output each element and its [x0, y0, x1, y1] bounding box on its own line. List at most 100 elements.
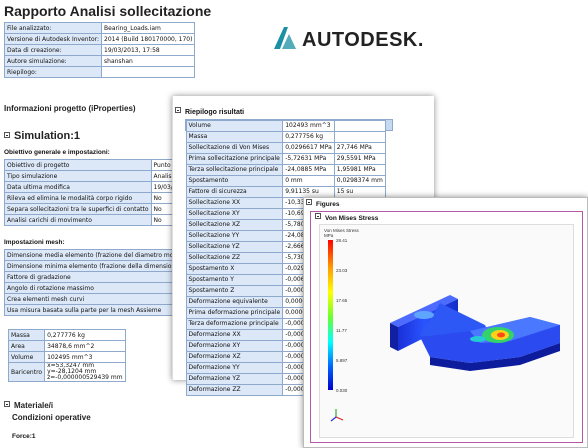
project-heading: Informazioni progetto (iProperties): [4, 104, 136, 113]
result-name: Deformazione XX: [185, 328, 284, 341]
row-label: Rileva ed elimina le modalità corpo rigi…: [4, 192, 152, 204]
row-label: Separa sollecitazioni tra le superfici d…: [4, 203, 152, 215]
result-name: Deformazione YY: [185, 361, 284, 374]
collapse-icon[interactable]: [306, 199, 312, 205]
row-label: Data ultima modifica: [4, 181, 152, 193]
figures-section[interactable]: Figures: [306, 199, 340, 208]
table-row: Massa 0,277776 kg: [7, 329, 126, 341]
autodesk-logo-text: AUTODESK.: [302, 29, 424, 51]
table-row: Autore simulazione: shanshan: [3, 55, 196, 67]
report-title: Rapporto Analisi sollecitazione: [4, 3, 212, 19]
result-max: 27,746 MPa: [333, 141, 386, 154]
mass-table: Massa 0,277776 kg Area 34878,6 mm^2 Volume 10…: [7, 329, 126, 382]
result-name: Sollecitazione ZZ: [185, 251, 284, 264]
table-row: Area 34878,6 mm^2: [7, 340, 126, 352]
table-row: Volume 102493 mm^3: [185, 119, 386, 132]
row-value: 102495 mm^3: [44, 351, 126, 363]
result-max: 1,95981 MPa: [333, 163, 386, 176]
result-name: Sollecitazione XX: [185, 196, 284, 209]
table-row: Massa 0,277756 kg: [185, 130, 386, 143]
table-row: Versione di Autodesk Inventor: 2014 (Buil…: [3, 33, 196, 45]
row-value: 19/03/2013, 17:58: [101, 44, 196, 56]
result-max: 0,0298374 mm: [333, 174, 386, 187]
result-min: 0,277756 kg: [282, 130, 335, 143]
row-label: Analisi carichi di movimento: [4, 214, 152, 226]
row-label: Volume: [7, 351, 46, 363]
result-max: [333, 130, 386, 143]
collapse-icon[interactable]: [315, 213, 321, 219]
summary-section[interactable]: Riepilogo risultati: [175, 107, 245, 116]
result-max: [333, 119, 386, 132]
table-row: Sollecitazione di Von Mises 0,0296617 MPa…: [185, 141, 386, 154]
row-value: x=53,3247 mm y=-28,1204 mm z=-0,00000052…: [44, 362, 126, 382]
simulation-section[interactable]: Simulation:1: [4, 130, 80, 142]
row-label: Data di creazione:: [3, 44, 103, 56]
figures-label: Figures: [316, 201, 340, 208]
row-label: Baricentro: [7, 362, 46, 382]
result-name: Volume: [185, 119, 284, 132]
row-label: Tipo simulazione: [4, 170, 152, 182]
simulation-heading: Simulation:1: [14, 130, 81, 142]
figure-title-row: Von Mises Stress: [315, 213, 379, 222]
result-name: Terza sollecitazione principale: [185, 163, 284, 176]
result-min: -24,0885 MPa: [282, 163, 335, 176]
figure-title: Von Mises Stress: [325, 215, 379, 222]
materials-section[interactable]: Materiale/i: [4, 401, 53, 410]
figures-panel: Figures Von Mises Stress Von Mises Stres…: [303, 197, 588, 448]
collapse-icon[interactable]: [175, 107, 181, 113]
result-name: Deformazione ZZ: [185, 383, 284, 396]
result-name: Spostamento X: [185, 262, 284, 275]
result-min: 102493 mm^3: [282, 119, 335, 132]
result-name: Sollecitazione XZ: [185, 218, 284, 231]
result-name: Terza deformazione principale: [185, 317, 284, 330]
result-name: Deformazione XZ: [185, 350, 284, 363]
result-name: Spostamento Z: [185, 284, 284, 297]
result-name: Prima deformazione principale: [185, 306, 284, 319]
result-name: Deformazione YZ: [185, 372, 284, 385]
row-value: shanshan: [101, 55, 196, 67]
deformed-model-icon: [390, 295, 560, 371]
result-max: 15 su: [333, 185, 386, 198]
row-label: Massa: [7, 329, 46, 341]
result-name: Sollecitazione di Von Mises: [185, 141, 284, 154]
collapse-icon[interactable]: [4, 401, 10, 407]
row-label: Area: [7, 340, 46, 352]
info-table: File analizzato: Bearing_Loads.iam Version…: [3, 22, 196, 78]
result-name: Prima sollecitazione principale: [185, 152, 284, 165]
result-name: Spostamento: [185, 174, 284, 187]
result-name: Deformazione XY: [185, 339, 284, 352]
table-row: Terza sollecitazione principale -24,0885 …: [185, 163, 386, 176]
result-name: Spostamento Y: [185, 273, 284, 286]
row-value: 2014 (Build 180170000, 170): [101, 33, 196, 45]
general-heading: Obiettivo generale e impostazioni:: [4, 149, 110, 156]
axis-triad-icon: [330, 409, 344, 422]
row-label: File analizzato:: [3, 22, 103, 34]
table-row: File analizzato: Bearing_Loads.iam: [3, 22, 196, 34]
result-min: -5,72631 MPa: [282, 152, 335, 165]
stress-plot: Von Mises Stress MPa 28.41 23.03 17.65 11.7…: [319, 224, 574, 438]
result-min: 0 mm: [282, 174, 335, 187]
table-row: Baricentro x=53,3247 mm y=-28,1204 mm z=-…: [7, 362, 126, 382]
result-name: Sollecitazione YZ: [185, 240, 284, 253]
model-view: [330, 295, 560, 422]
row-value: 0,277776 kg: [44, 329, 126, 341]
result-name: Deformazione equivalente: [185, 295, 284, 308]
row-value: [101, 66, 196, 78]
summary-table: NomeMinimoMassimo Volume102493 mm^3Massa…: [184, 119, 393, 396]
row-label: Autore simulazione:: [3, 55, 103, 67]
summary-heading: Riepilogo risultati: [185, 109, 245, 116]
result-max: 29,5591 MPa: [333, 152, 386, 165]
row-label: Versione di Autodesk Inventor:: [3, 33, 103, 45]
table-row: Riepilogo:: [3, 66, 196, 78]
table-row: Spostamento 0 mm 0,0298374 mm: [185, 174, 386, 187]
result-name: Fattore di sicurezza: [185, 185, 284, 198]
result-min: 9,91135 su: [282, 185, 335, 198]
result-name: Sollecitazione YY: [185, 229, 284, 242]
collapse-icon[interactable]: [4, 132, 10, 138]
row-value: 34878,6 mm^2: [44, 340, 126, 352]
materials-heading: Materiale/i: [14, 401, 54, 410]
table-row: Prima sollecitazione principale -5,72631 …: [185, 152, 386, 165]
conditions-heading: Condizioni operative: [12, 413, 91, 422]
figure-frame: Von Mises Stress Von Mises Stress MPa 28…: [310, 211, 583, 443]
autodesk-logo: AUTODESK.: [272, 24, 442, 56]
